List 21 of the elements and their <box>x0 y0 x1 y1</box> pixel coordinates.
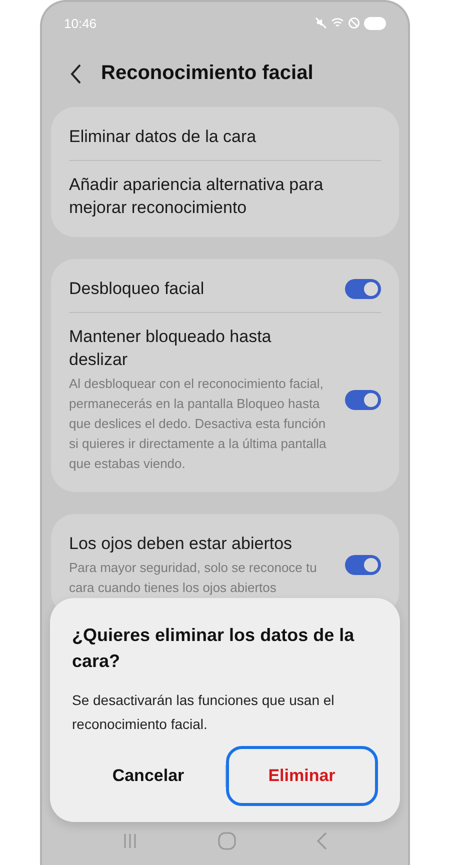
toggle-switch[interactable] <box>345 390 381 410</box>
setting-description: Para mayor seguridad, solo se reconoce tu cara cuando tienes los ojos abiertos <box>69 559 318 597</box>
dialog-title: ¿Quieres eliminar los datos de la cara? <box>72 624 356 673</box>
cancel-button[interactable]: Cancelar <box>72 746 224 806</box>
setting-title[interactable]: Los ojos deben estar abiertos <box>69 532 333 555</box>
mute-icon <box>315 17 327 29</box>
setting-title[interactable]: Añadir apariencia alternativa para mejorar reconocimiento <box>69 173 381 219</box>
page-title: Reconocimiento facial <box>101 62 314 85</box>
setting-title[interactable]: Desbloqueo facial <box>69 277 333 300</box>
status-time: 10:46 <box>64 16 97 30</box>
setting-description: Al desbloquear con el reconocimiento facial, permanecerás en la pantalla Bloqueo hasta que deslices el dedo. Desactiva esta función si quieres ir directamente a la última pantalla que estabas viendo. <box>69 375 328 473</box>
setting-title[interactable]: Eliminar datos de la cara <box>69 125 381 148</box>
toggle-switch[interactable] <box>345 278 381 298</box>
block-icon <box>348 17 360 29</box>
delete-button[interactable]: Eliminar <box>226 746 378 806</box>
dialog-message: Se desactivarán las funciones que usan el reconocimiento facial. <box>72 691 336 734</box>
battery-icon <box>364 16 386 30</box>
wifi-icon <box>331 17 344 29</box>
toggle-switch[interactable] <box>345 555 381 575</box>
setting-title[interactable]: Mantener bloqueado hasta deslizar <box>69 325 333 371</box>
back-icon[interactable] <box>69 62 83 84</box>
